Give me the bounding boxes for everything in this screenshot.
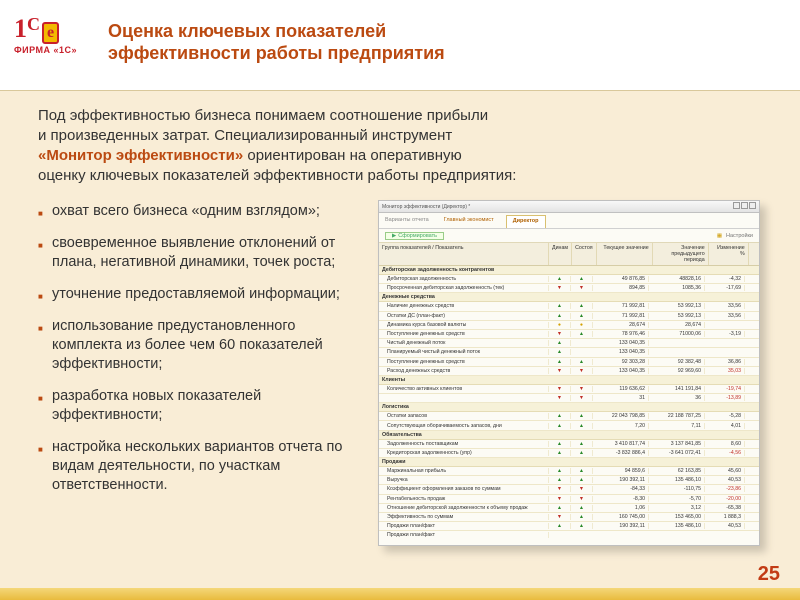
cube-icon[interactable]: ▦ <box>717 233 722 239</box>
toolbar-right: ▦ Настройки <box>717 233 753 239</box>
table-row: Отношение дебиторской задолженности к об… <box>379 504 759 513</box>
table-row: Чистый денежный поток▲133 040,35 <box>379 339 759 348</box>
table-body: Дебиторская задолженность контрагентовДе… <box>379 266 759 538</box>
close-icon <box>749 202 756 209</box>
table-row: Просроченная дебиторская задолженность (… <box>379 284 759 293</box>
table-row: Выручка▲▲190 392,11135 486,1040,53 <box>379 476 759 485</box>
header: 1Ce ФИРМА «1С» Оценка ключевых показател… <box>0 0 800 90</box>
table-row: Коэффициент оформления заказов по суммам… <box>379 485 759 494</box>
col-prev: Значение предыдущего периода <box>653 243 709 265</box>
table-section: Обязательства <box>379 431 759 440</box>
logo-badge-icon: e <box>42 22 59 44</box>
table-row: Наличие денежных средств▲▲71 992,8153 99… <box>379 302 759 311</box>
max-icon <box>741 202 748 209</box>
table-section: Клиенты <box>379 376 759 385</box>
table-row: Остатки запасов▲▲22 043 798,8522 188 787… <box>379 412 759 421</box>
col-state: Состоя <box>572 243 597 265</box>
table-section: Логистика <box>379 403 759 412</box>
window-title: Монитор эффективности (Директор) * <box>382 204 470 210</box>
intro-text: Под эффективностью бизнеса понимаем соот… <box>38 106 658 186</box>
tabs-label: Варианты отчета <box>385 215 429 228</box>
logo-text: 1Ce <box>14 14 59 44</box>
toolbar: ▶Сформировать ▦ Настройки <box>379 229 759 243</box>
table-row: Задолженность поставщикам▲▲3 410 817,743… <box>379 440 759 449</box>
table-row: Расход денежных средств▼▼133 040,3592 96… <box>379 367 759 376</box>
col-indicator: Группа показателей / Показатель <box>379 243 549 265</box>
table-row: Планируемый чистый денежный поток▲133 04… <box>379 348 759 357</box>
table-row: Поступление денежных средств▲▲92 303,289… <box>379 358 759 367</box>
play-icon: ▶ <box>392 233 396 239</box>
min-icon <box>733 202 740 209</box>
table-row: Остатки ДС (план-факт)▲▲71 992,8153 992,… <box>379 312 759 321</box>
list-item: разработка новых показателей эффективнос… <box>38 387 368 425</box>
logo-sub: ФИРМА «1С» <box>14 45 84 55</box>
col-current: Текущее значение <box>597 243 653 265</box>
table-row: Продажи план/факт▲▲190 392,11135 486,104… <box>379 522 759 531</box>
bullet-list: охват всего бизнеса «одним взглядом»; св… <box>38 202 368 508</box>
embedded-screenshot: Монитор эффективности (Директор) * Вариа… <box>378 200 760 546</box>
list-item: настройка нескольких вариантов отчета по… <box>38 438 368 495</box>
logo-1c: 1Ce ФИРМА «1С» <box>14 14 84 55</box>
col-dynamic: Динам <box>549 243 572 265</box>
table-row: Поступление денежных средств▼▲78 976,467… <box>379 330 759 339</box>
page-title: Оценка ключевых показателей эффективност… <box>108 20 445 64</box>
list-item: охват всего бизнеса «одним взглядом»; <box>38 202 368 221</box>
table-row: Количество активных клиентов▼▼119 636,62… <box>379 385 759 394</box>
slide: 1Ce ФИРМА «1С» Оценка ключевых показател… <box>0 0 800 600</box>
table-row: Продажи план/факт <box>379 531 759 538</box>
generate-button[interactable]: ▶Сформировать <box>385 232 444 240</box>
footer-accent <box>0 588 800 600</box>
tab-economist[interactable]: Главный экономист <box>438 215 500 228</box>
window-titlebar: Монитор эффективности (Директор) * <box>379 201 759 213</box>
table-row: Маржинальная прибыль▲▲94 859,662 163,854… <box>379 467 759 476</box>
settings-link[interactable]: Настройки <box>726 233 753 239</box>
list-item: своевременное выявление отклонений от пл… <box>38 234 368 272</box>
table-row: Дебиторская задолженность▲▲49 876,854882… <box>379 275 759 284</box>
table-row: Эффективность по суммам▼▲160 745,00153 4… <box>379 513 759 522</box>
tab-director[interactable]: Директор <box>506 215 546 228</box>
table-row: Динамика курса базовой валюты●●28,67428,… <box>379 321 759 330</box>
window-controls <box>732 202 756 211</box>
list-item: использование предустановленного комплек… <box>38 317 368 374</box>
table-row: Кредиторская задолженность (упр)▲▲-3 832… <box>379 449 759 458</box>
col-change: Изменение % <box>709 243 749 265</box>
table-header: Группа показателей / Показатель Динам Со… <box>379 243 759 266</box>
emphasis: «Монитор эффективности» <box>38 147 243 164</box>
report-tabs: Варианты отчета Главный экономист Директ… <box>379 213 759 229</box>
table-row: Рентабельность продаж▼▼-8,30-5,70-20,00 <box>379 495 759 504</box>
table-row: Сопутствующая оборачиваемость запасов, д… <box>379 421 759 430</box>
table-section: Продажи <box>379 458 759 467</box>
table-section: Дебиторская задолженность контрагентов <box>379 266 759 275</box>
page-number: 25 <box>758 563 780 586</box>
table-section: Денежные средства <box>379 293 759 302</box>
divider <box>0 90 800 91</box>
list-item: уточнение предоставляемой информации; <box>38 285 368 304</box>
table-row: ▼▼3136-13,89 <box>379 394 759 403</box>
